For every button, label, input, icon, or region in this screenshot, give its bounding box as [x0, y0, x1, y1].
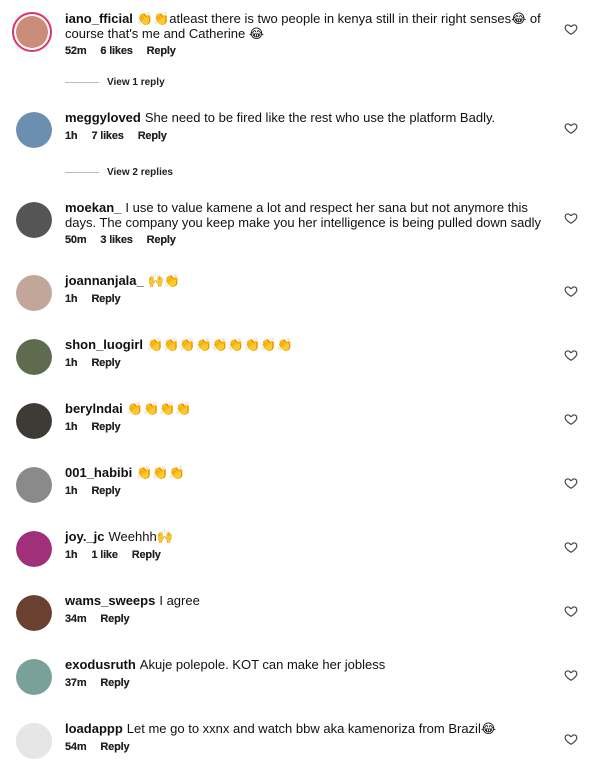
comment-body: moekan_ I use to value kamene a lot and r… — [65, 200, 555, 230]
username[interactable]: joy._jc — [65, 529, 105, 544]
heart-outline-icon[interactable] — [564, 540, 578, 554]
comment-text: Let me go to xxnx and watch bbw aka kame… — [126, 721, 497, 736]
divider-line — [65, 82, 99, 83]
timestamp: 1h — [65, 485, 78, 497]
heart-outline-icon[interactable] — [564, 211, 578, 225]
comment-body: wams_sweeps I agree — [65, 593, 555, 608]
comment-meta: 1h 1 like Reply — [65, 549, 161, 561]
comment-body: meggyloved She need to be fired like the … — [65, 110, 555, 125]
comment-body: joy._jc Weehhh🙌 — [65, 529, 555, 544]
divider-line — [65, 172, 99, 173]
heart-outline-icon[interactable] — [564, 668, 578, 682]
username[interactable]: 001_habibi — [65, 465, 132, 480]
comment-text: 👏👏👏👏 — [126, 401, 192, 416]
avatar[interactable] — [16, 202, 52, 238]
reply-button[interactable]: Reply — [91, 485, 120, 497]
comment-body: shon_luogirl 👏👏👏👏👏👏👏👏👏 — [65, 337, 555, 352]
username[interactable]: wams_sweeps — [65, 593, 155, 608]
username[interactable]: meggyloved — [65, 110, 141, 125]
comment-text: She need to be fired like the rest who u… — [144, 110, 496, 125]
comment-body: loadappp Let me go to xxnx and watch bbw … — [65, 721, 555, 736]
avatar[interactable] — [12, 12, 52, 52]
comment-body: berylndai 👏👏👏👏 — [65, 401, 555, 416]
comment-meta: 37m Reply — [65, 677, 130, 689]
comment-text: 👏👏👏 — [136, 465, 185, 480]
likes-count[interactable]: 6 likes — [100, 45, 132, 57]
reply-button[interactable]: Reply — [91, 421, 120, 433]
likes-count[interactable]: 3 likes — [100, 234, 132, 246]
comment-body: exodusruth Akuje polepole. KOT can make h… — [65, 657, 555, 672]
username[interactable]: loadappp — [65, 721, 123, 736]
comment-text: Akuje polepole. KOT can make her jobless — [139, 657, 386, 672]
username[interactable]: shon_luogirl — [65, 337, 143, 352]
heart-outline-icon[interactable] — [564, 348, 578, 362]
comment-meta: 1h Reply — [65, 293, 121, 305]
comment-meta: 1h Reply — [65, 421, 121, 433]
timestamp: 1h — [65, 293, 78, 305]
comment-meta: 1h Reply — [65, 357, 121, 369]
reply-button[interactable]: Reply — [100, 741, 129, 753]
comment-text: I use to value kamene a lot and respect … — [65, 200, 541, 230]
heart-outline-icon[interactable] — [564, 22, 578, 36]
heart-outline-icon[interactable] — [564, 604, 578, 618]
view-replies-label[interactable]: View 1 reply — [107, 77, 165, 88]
view-replies-label[interactable]: View 2 replies — [107, 167, 173, 178]
avatar[interactable] — [16, 275, 52, 311]
avatar[interactable] — [16, 467, 52, 503]
comment-body: iano_fficial 👏👏atleast there is two peopl… — [65, 11, 555, 41]
reply-button[interactable]: Reply — [91, 293, 120, 305]
comment-meta: 50m 3 likes Reply — [65, 234, 176, 246]
timestamp: 1h — [65, 357, 78, 369]
comment-body: 001_habibi 👏👏👏 — [65, 465, 555, 480]
username[interactable]: berylndai — [65, 401, 123, 416]
avatar[interactable] — [16, 531, 52, 567]
comment-text: 👏👏atleast there is two people in kenya s… — [65, 11, 541, 41]
comment-meta: 54m Reply — [65, 741, 130, 753]
avatar[interactable] — [16, 403, 52, 439]
reply-button[interactable]: Reply — [100, 677, 129, 689]
heart-outline-icon[interactable] — [564, 412, 578, 426]
heart-outline-icon[interactable] — [564, 121, 578, 135]
timestamp: 1h — [65, 549, 78, 561]
avatar[interactable] — [16, 595, 52, 631]
comment-meta: 34m Reply — [65, 613, 130, 625]
reply-button[interactable]: Reply — [138, 130, 167, 142]
comment-meta: 1h Reply — [65, 485, 121, 497]
timestamp: 54m — [65, 741, 87, 753]
likes-count[interactable]: 7 likes — [91, 130, 123, 142]
heart-outline-icon[interactable] — [564, 476, 578, 490]
comment-text: Weehhh🙌 — [108, 529, 173, 544]
timestamp: 1h — [65, 421, 78, 433]
reply-button[interactable]: Reply — [147, 45, 176, 57]
timestamp: 34m — [65, 613, 87, 625]
username[interactable]: exodusruth — [65, 657, 136, 672]
avatar[interactable] — [16, 339, 52, 375]
avatar[interactable] — [16, 112, 52, 148]
comment-meta: 52m 6 likes Reply — [65, 45, 176, 57]
username[interactable]: iano_fficial — [65, 11, 133, 26]
username[interactable]: moekan_ — [65, 200, 121, 215]
avatar[interactable] — [16, 723, 52, 759]
likes-count[interactable]: 1 like — [91, 549, 118, 561]
username[interactable]: joannanjala_ — [65, 273, 144, 288]
timestamp: 37m — [65, 677, 87, 689]
reply-button[interactable]: Reply — [147, 234, 176, 246]
timestamp: 52m — [65, 45, 87, 57]
comment-text: 👏👏👏👏👏👏👏👏👏 — [147, 337, 293, 352]
comment-meta: 1h 7 likes Reply — [65, 130, 167, 142]
comment-text: I agree — [159, 593, 200, 608]
timestamp: 50m — [65, 234, 87, 246]
heart-outline-icon[interactable] — [564, 732, 578, 746]
reply-button[interactable]: Reply — [132, 549, 161, 561]
reply-button[interactable]: Reply — [91, 357, 120, 369]
comment-body: joannanjala_ 🙌👏 — [65, 273, 555, 288]
view-replies-button[interactable]: View 1 reply — [65, 77, 165, 88]
timestamp: 1h — [65, 130, 78, 142]
view-replies-button[interactable]: View 2 replies — [65, 167, 173, 178]
avatar[interactable] — [16, 659, 52, 695]
heart-outline-icon[interactable] — [564, 284, 578, 298]
comment-text: 🙌👏 — [147, 273, 181, 288]
reply-button[interactable]: Reply — [100, 613, 129, 625]
